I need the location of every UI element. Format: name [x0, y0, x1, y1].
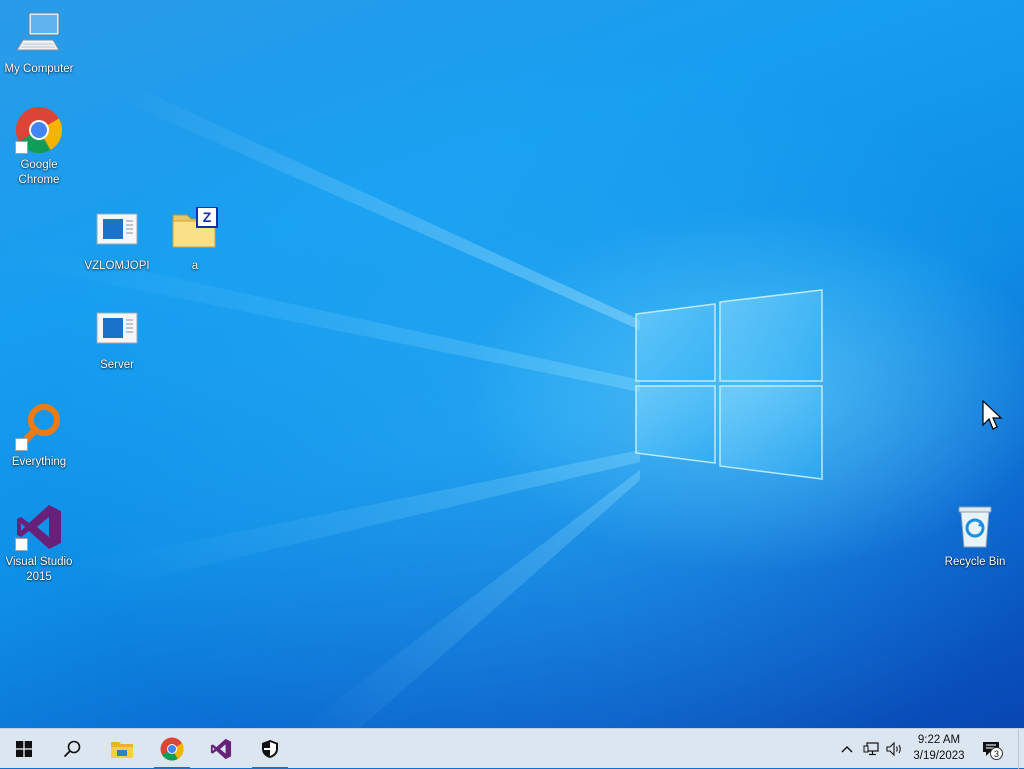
desktop-icon-archive-a[interactable]: Z a — [155, 206, 235, 274]
desktop-icon-label: Google Chrome — [18, 159, 60, 186]
zip-folder-icon: Z — [171, 206, 219, 255]
desktop-icon-label: VZLOMJOPI — [84, 260, 150, 272]
desktop-icon-vzlomjopi[interactable]: VZLOMJOPI — [77, 207, 157, 274]
desktop[interactable]: My Computer Google Chrome VZLOMJOPI Z a … — [0, 0, 1024, 728]
shortcut-arrow-icon — [15, 438, 28, 451]
folder-icon — [111, 742, 133, 758]
desktop-icon-label: Everything — [11, 456, 67, 468]
desktop-icon-server[interactable]: Server — [77, 306, 157, 373]
clock-time: 9:22 AM — [917, 734, 961, 746]
visual-studio-icon — [15, 503, 63, 551]
desktop-icon-label: Server — [100, 359, 134, 371]
taskbar-clock[interactable]: 9:22 AM 3/19/2023 — [904, 732, 974, 764]
search-button[interactable] — [48, 729, 96, 769]
chrome-icon — [15, 106, 63, 154]
taskbar-google-chrome[interactable] — [148, 729, 196, 769]
volume-icon — [886, 742, 901, 756]
show-desktop-button[interactable] — [1018, 729, 1024, 769]
desktop-icon-everything[interactable]: Everything — [0, 403, 79, 470]
desktop-icon-visual-studio[interactable]: Visual Studio 2015 — [0, 503, 79, 585]
computer-icon — [15, 10, 63, 58]
desktop-icon-label: a — [191, 260, 199, 272]
taskbar-file-explorer[interactable] — [98, 729, 146, 769]
mouse-cursor-icon — [982, 400, 1003, 430]
taskbar: 9:22 AM 3/19/2023 — [0, 728, 1024, 769]
shortcut-arrow-icon — [15, 141, 28, 154]
desktop-icon-label: My Computer — [4, 63, 74, 75]
recycle-bin-icon — [951, 503, 999, 551]
application-window-icon — [93, 207, 141, 255]
start-button[interactable] — [0, 729, 48, 769]
taskbar-security[interactable] — [246, 729, 294, 769]
notification-count-badge: 3 — [990, 747, 1003, 760]
search-icon — [63, 740, 81, 758]
volume-button[interactable] — [884, 729, 906, 769]
desktop-icon-my-computer[interactable]: My Computer — [0, 10, 79, 77]
desktop-icon-recycle-bin[interactable]: Recycle Bin — [935, 503, 1015, 570]
application-window-icon — [93, 306, 141, 354]
chevron-up-icon — [841, 746, 853, 753]
desktop-icon-label: Recycle Bin — [944, 556, 1006, 568]
chrome-icon — [160, 737, 184, 761]
visual-studio-icon — [210, 738, 232, 760]
network-button[interactable] — [860, 729, 882, 769]
svg-text:Z: Z — [203, 209, 212, 225]
taskbar-visual-studio[interactable] — [197, 729, 245, 769]
show-hidden-icons-button[interactable] — [836, 729, 858, 769]
windows-logo-icon — [16, 741, 32, 757]
desktop-icon-label: Visual Studio 2015 — [5, 556, 73, 583]
shortcut-arrow-icon — [15, 538, 28, 551]
desktop-icon-google-chrome[interactable]: Google Chrome — [0, 106, 79, 188]
everything-search-icon — [15, 403, 63, 451]
shield-icon — [262, 740, 278, 758]
clock-date: 3/19/2023 — [913, 750, 965, 762]
network-icon — [863, 742, 879, 756]
